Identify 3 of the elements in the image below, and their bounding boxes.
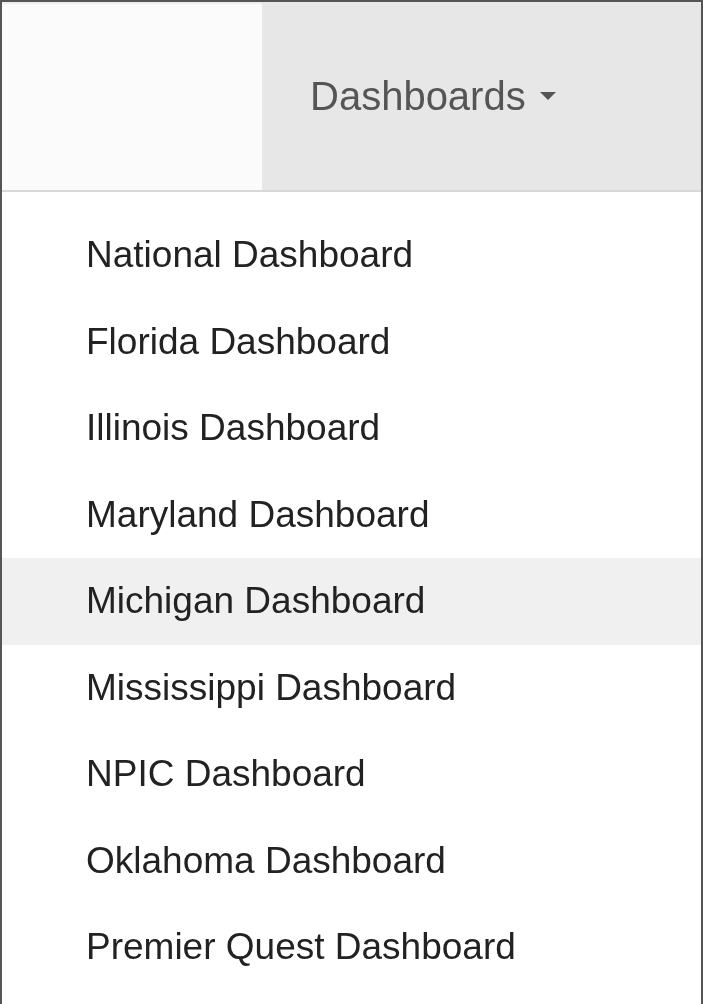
dashboards-dropdown-toggle[interactable]: Dashboards — [262, 2, 701, 190]
dropdown-item[interactable]: Michigan Dashboard — [2, 558, 701, 645]
caret-icon — [539, 92, 556, 100]
